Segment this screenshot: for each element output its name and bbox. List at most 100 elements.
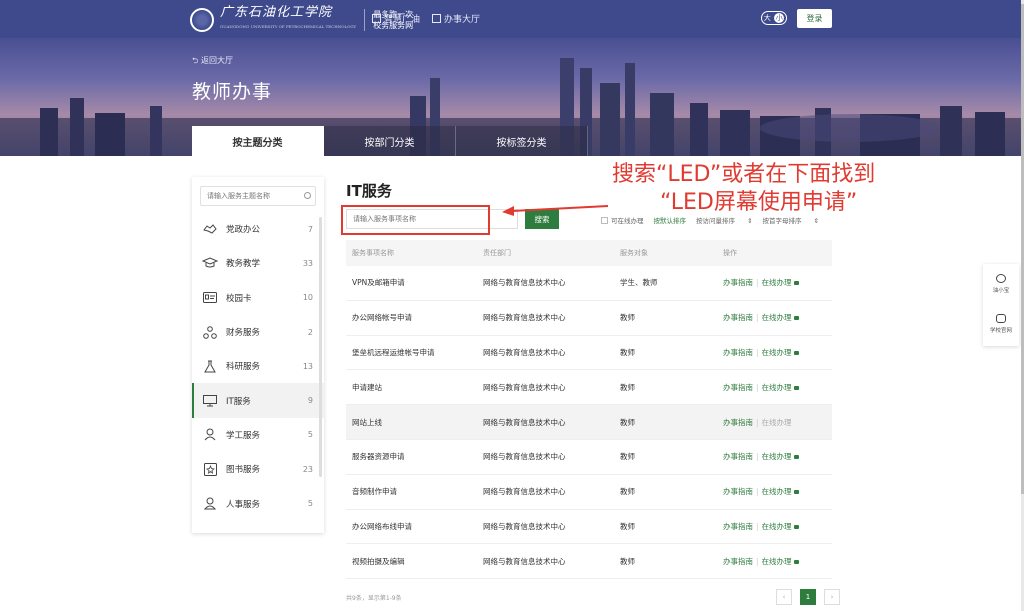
graduation-cap-icon [202,256,218,270]
guide-link[interactable]: 办事指南 [723,418,753,427]
guide-link[interactable]: 办事指南 [723,383,753,392]
id-card-icon [202,291,218,305]
service-target: 教师 [620,521,635,531]
table-row[interactable]: 服务器资源申请 网络与教育信息技术中心 教师 办事指南 | 在线办理 [346,440,832,475]
online-apply-link[interactable]: 在线办理 [762,557,799,566]
service-name[interactable]: 服务器资源申请 [346,451,483,462]
annotation-arrow-icon [502,205,609,216]
online-apply-link[interactable]: 在线办理 [762,278,799,287]
lock-icon [793,559,799,564]
service-department: 网络与教育信息技术中心 [483,278,566,288]
table-row[interactable]: VPN及邮箱申请 网络与教育信息技术中心 学生、教师 办事指南 | 在线办理 [346,266,832,301]
sidebar-scrollbar[interactable] [319,217,322,477]
action-separator: | [756,278,759,288]
annotation-line-2: “LED屏幕使用申请” [660,190,858,215]
service-name[interactable]: 视频拍摄及编辑 [346,556,483,567]
table-row[interactable]: 音频制作申请 网络与教育信息技术中心 教师 办事指南 | 在线办理 [346,475,832,510]
service-department: 网络与教育信息技术中心 [483,313,566,323]
column-header-department: 责任部门 [483,249,511,257]
table-body: VPN及邮箱申请 网络与教育信息技术中心 学生、教师 办事指南 | 在线办理 办公网络帐号申… [346,266,832,580]
sidebar-item-party-office[interactable]: 党政办公 7 [192,212,324,246]
service-actions: 办事指南 | 在线办理 [723,312,832,323]
hall-icon [432,14,441,23]
service-name[interactable]: 堡垒机远程运维帐号申请 [346,347,483,358]
nav-service-hall[interactable]: 办事大厅 [432,12,480,25]
service-name[interactable]: 网站上线 [346,417,483,428]
service-target: 教师 [620,417,635,427]
action-separator: | [756,521,759,531]
action-separator: | [756,347,759,357]
lock-icon [793,385,799,390]
guide-link[interactable]: 办事指南 [723,278,753,287]
pagination: ‹ 1 › [768,589,840,605]
table-row[interactable]: 视频拍摄及编辑 网络与教育信息技术中心 教师 办事指南 | 在线办理 [346,544,832,580]
online-apply-link[interactable]: 在线办理 [762,487,799,496]
book-icon [202,462,218,476]
table-row[interactable]: 堡垒机远程运维帐号申请 网络与教育信息技术中心 教师 办事指南 | 在线办理 [346,336,832,371]
service-department: 网络与教育信息技术中心 [483,452,566,462]
table-row[interactable]: 办公网络帐号申请 网络与教育信息技术中心 教师 办事指南 | 在线办理 [346,301,832,336]
school-emblem-icon [190,8,214,32]
online-apply-link[interactable]: 在线办理 [762,452,799,461]
login-button[interactable]: 登录 [797,9,832,28]
guide-link[interactable]: 办事指南 [723,557,753,566]
sidebar-item-teaching[interactable]: 教务教学 33 [192,246,324,280]
sidebar-item-library[interactable]: 图书服务 23 [192,452,324,486]
service-target: 教师 [620,556,635,566]
service-actions: 办事指南 | 在线办理 [723,556,832,567]
topic-search-input[interactable] [200,186,316,206]
handshake-icon [202,222,218,236]
sidebar-item-campus-card[interactable]: 校园卡 10 [192,281,324,315]
service-name[interactable]: 音频制作申请 [346,486,483,497]
online-apply-link[interactable]: 在线办理 [762,383,799,392]
online-apply-link[interactable]: 在线办理 [762,522,799,531]
guide-link[interactable]: 办事指南 [723,487,753,496]
tab-by-tag[interactable]: 按标签分类 [456,126,588,156]
font-size-toggle[interactable]: 大 小 [761,11,787,25]
service-department: 网络与教育信息技术中心 [483,417,566,427]
lock-icon [793,490,799,495]
service-target: 教师 [620,347,635,357]
service-name[interactable]: 申请建站 [346,382,483,393]
annotation-text: 搜索“LED”或者在下面找到 “LED屏幕使用申请” [612,161,912,217]
sidebar-item-hr[interactable]: 人事服务 5 [192,486,324,520]
floating-side-panel: 油小宝 学校官网 [983,264,1019,346]
table-row[interactable]: 网站上线 网络与教育信息技术中心 教师 办事指南 | 在线办理 [346,405,832,440]
page-1-button[interactable]: 1 [800,589,816,605]
service-name[interactable]: 办公网络帐号申请 [346,312,483,323]
service-name[interactable]: 办公网络布线申请 [346,521,483,532]
search-icon[interactable] [304,192,311,199]
action-separator: | [756,382,759,392]
sidebar-item-finance[interactable]: 财务服务 2 [192,315,324,349]
lock-icon [793,316,799,321]
sidebar-item-student-affairs[interactable]: 学工服务 5 [192,418,324,452]
guide-link[interactable]: 办事指南 [723,452,753,461]
building-icon [372,14,381,23]
table-row[interactable]: 办公网络布线申请 网络与教育信息技术中心 教师 办事指南 | 在线办理 [346,510,832,545]
guide-link[interactable]: 办事指南 [723,522,753,531]
top-navbar: 广东石油化工学院 GUANGDONG UNIVERSITY OF PETROCH… [0,0,1021,38]
back-to-hall-link[interactable]: ⮌ 返回大厅 [192,55,233,69]
sidebar-item-it-services[interactable]: IT服务 9 [192,383,324,418]
service-actions: 办事指南 | 在线办理 [723,451,832,462]
guide-link[interactable]: 办事指南 [723,313,753,322]
service-name[interactable]: VPN及邮箱申请 [346,277,483,288]
lock-icon [793,281,799,286]
online-apply-link[interactable]: 在线办理 [762,313,799,322]
school-website-button[interactable]: 学校官网 [983,304,1019,344]
guide-link[interactable]: 办事指南 [723,348,753,357]
table-row[interactable]: 申请建站 网络与教育信息技术中心 教师 办事指南 | 在线办理 [346,370,832,406]
action-separator: | [756,417,759,427]
service-target: 教师 [620,382,635,392]
prev-page-button[interactable]: ‹ [776,589,792,605]
nav-smart-campus[interactable]: 智慧广油 [372,12,420,25]
sidebar-item-research[interactable]: 科研服务 13 [192,349,324,383]
chatbot-button[interactable]: 油小宝 [983,264,1019,304]
next-page-button[interactable]: › [824,589,840,605]
monitor-icon [202,394,218,408]
service-actions: 办事指南 | 在线办理 [723,417,832,428]
online-apply-link[interactable]: 在线办理 [762,348,799,357]
tab-by-department[interactable]: 按部门分类 [324,126,456,156]
tab-by-topic[interactable]: 按主题分类 [192,126,324,156]
service-actions: 办事指南 | 在线办理 [723,347,832,358]
